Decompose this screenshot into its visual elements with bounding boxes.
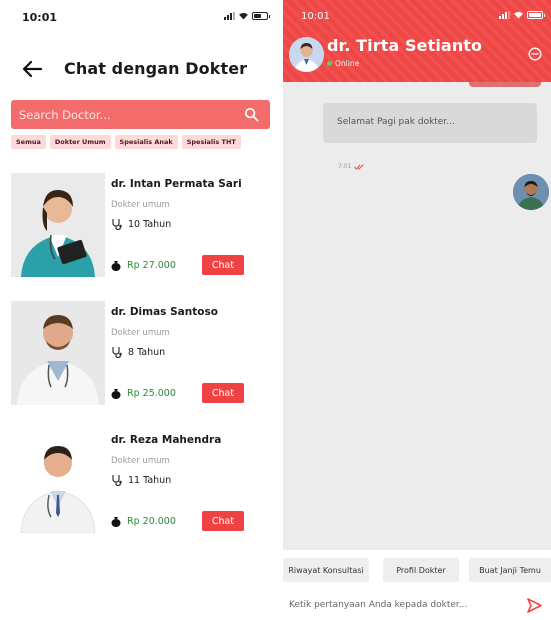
- quick-action-profil-dokter[interactable]: Profil Dokter: [383, 558, 459, 582]
- search-icon[interactable]: [244, 107, 259, 122]
- battery-icon: [252, 12, 270, 20]
- search-input[interactable]: [19, 105, 229, 125]
- money-bag-icon: [111, 261, 121, 271]
- chat-button[interactable]: Chat: [202, 511, 244, 531]
- chat-screen: 10:01 dr. Tirta Setianto Online Selamat: [283, 0, 551, 620]
- online-status: Online: [327, 59, 359, 68]
- stethoscope-icon: [112, 347, 122, 358]
- back-arrow-icon[interactable]: [21, 58, 43, 80]
- doctor-specialty: Dokter umum: [111, 456, 170, 466]
- doctor-specialty: Dokter umum: [111, 200, 170, 210]
- doctor-price: Rp 27.000: [127, 260, 176, 271]
- status-time: 10:01: [22, 11, 58, 24]
- doctor-price: Rp 20.000: [127, 516, 176, 527]
- doctor-experience: 11 Tahun: [128, 474, 172, 486]
- message-text: Selamat Pagi pak dokter...: [337, 117, 455, 127]
- chat-button[interactable]: Chat: [202, 383, 244, 403]
- money-bag-icon: [111, 389, 121, 399]
- message-composer: [283, 590, 551, 620]
- filter-chip-spesialis-tht[interactable]: Spesialis THT: [181, 135, 241, 149]
- doctor-card[interactable]: dr. Dimas Santoso Dokter umum 8 Tahun Rp…: [11, 301, 271, 407]
- doctor-photo: [11, 173, 105, 277]
- doctor-photo: [11, 301, 105, 405]
- doctor-avatar[interactable]: [289, 37, 324, 72]
- status-time: 10:01: [301, 11, 330, 22]
- stethoscope-icon: [112, 219, 122, 230]
- doctor-name: dr. Reza Mahendra: [111, 434, 222, 446]
- search-bar: [11, 100, 270, 129]
- signal-icon: [499, 11, 510, 19]
- stethoscope-icon: [112, 475, 122, 486]
- quick-action-riwayat-konsultasi[interactable]: Riwayat Konsultasi: [283, 558, 369, 582]
- status-bar: 10:01: [0, 0, 278, 30]
- doctor-photo: [11, 429, 105, 533]
- menu-circle-icon[interactable]: [528, 47, 542, 61]
- message-bubble: Selamat Pagi pak dokter...: [323, 103, 537, 143]
- doctor-card[interactable]: dr. Reza Mahendra Dokter umum 11 Tahun R…: [11, 429, 271, 535]
- doctor-experience: 10 Tahun: [128, 218, 172, 230]
- doctor-list-screen: 10:01 Chat dengan Dokter Semua Dokter Um…: [0, 0, 278, 620]
- quick-action-buat-janji-temu[interactable]: Buat Janji Temu: [469, 558, 551, 582]
- page-title: Chat dengan Dokter: [64, 59, 248, 78]
- chat-header: 10:01 dr. Tirta Setianto Online: [283, 0, 551, 82]
- signal-icon: [224, 12, 235, 20]
- doctor-card[interactable]: dr. Intan Permata Sari Dokter umum 10 Ta…: [11, 173, 271, 279]
- battery-icon: [527, 11, 545, 19]
- user-avatar: [513, 174, 549, 210]
- doctor-name: dr. Intan Permata Sari: [111, 178, 242, 190]
- filter-chip-spesialis-anak[interactable]: Spesialis Anak: [114, 135, 178, 149]
- chat-button[interactable]: Chat: [202, 255, 244, 275]
- wifi-icon: [239, 12, 248, 20]
- doctor-experience: 8 Tahun: [128, 346, 166, 358]
- double-check-icon: [354, 163, 365, 170]
- filter-chip-dokter-umum[interactable]: Dokter Umum: [49, 135, 111, 149]
- chat-doctor-name: dr. Tirta Setianto: [327, 36, 483, 55]
- doctor-specialty: Dokter umum: [111, 328, 170, 338]
- doctor-name: dr. Dimas Santoso: [111, 306, 218, 318]
- filter-chips: Semua Dokter Umum Spesialis Anak Spesial…: [11, 135, 279, 149]
- online-dot-icon: [327, 61, 332, 66]
- send-icon[interactable]: [526, 597, 543, 614]
- money-bag-icon: [111, 517, 121, 527]
- doctor-price: Rp 25.000: [127, 388, 176, 399]
- message-input[interactable]: [286, 593, 516, 617]
- header-tab-edge: [469, 82, 541, 87]
- wifi-icon: [514, 11, 523, 19]
- message-time: 7:01: [338, 163, 352, 170]
- filter-chip-semua[interactable]: Semua: [11, 135, 46, 149]
